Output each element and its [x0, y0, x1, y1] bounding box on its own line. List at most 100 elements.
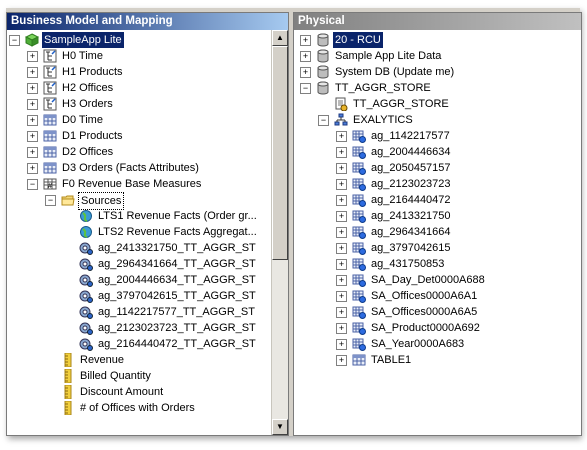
- expand-icon[interactable]: +: [27, 67, 38, 78]
- hierarchy-icon: [43, 97, 57, 111]
- expand-icon[interactable]: +: [27, 163, 38, 174]
- tree-item-label: ag_431750853: [371, 258, 445, 270]
- tree-item-label: 20 - RCU: [333, 32, 383, 48]
- expand-icon[interactable]: +: [300, 35, 311, 46]
- gear-globe-icon: [79, 321, 93, 335]
- collapse-icon[interactable]: −: [300, 83, 311, 94]
- tree-item-label: SA_Offices0000A6A1: [371, 290, 478, 302]
- svg-text:#: #: [48, 183, 52, 190]
- tree-item-label: SA_Year0000A683: [371, 338, 465, 350]
- table-icon: [43, 145, 57, 159]
- expand-icon[interactable]: +: [336, 355, 347, 366]
- business-model-title: Business Model and Mapping: [7, 13, 288, 30]
- expand-icon[interactable]: +: [336, 227, 347, 238]
- gear-globe-icon: [79, 257, 93, 271]
- globe-icon: [79, 225, 93, 239]
- expand-icon[interactable]: +: [336, 147, 347, 158]
- expand-icon[interactable]: +: [336, 259, 347, 270]
- tree-item-label: F0 Revenue Base Measures: [62, 178, 202, 190]
- tree-item-label: Sample App Lite Data: [335, 50, 442, 62]
- expand-icon[interactable]: +: [27, 115, 38, 126]
- alias-table-icon: [352, 289, 366, 303]
- collapse-icon[interactable]: −: [27, 179, 38, 190]
- connection-pool-icon: [334, 97, 348, 112]
- database-icon: [316, 65, 330, 79]
- gear-globe-icon: [79, 241, 93, 255]
- tree-item-label: ag_2964341664_TT_AGGR_ST: [98, 258, 256, 270]
- tree-item-label: ag_2004446634_TT_AGGR_ST: [98, 274, 256, 286]
- alias-table-icon: [352, 209, 366, 223]
- tree-item-label: Discount Amount: [80, 386, 164, 398]
- expand-icon[interactable]: +: [27, 147, 38, 158]
- alias-table-icon: [352, 241, 366, 255]
- alias-table-icon: [352, 321, 366, 335]
- admin-tool-window: Business Model and Mapping − SampleApp Li…: [6, 8, 582, 436]
- alias-table-icon: [352, 273, 366, 287]
- collapse-icon[interactable]: −: [318, 115, 329, 126]
- expand-icon[interactable]: +: [336, 195, 347, 206]
- expand-icon[interactable]: +: [336, 291, 347, 302]
- tree-item-label: ag_2050457157: [371, 162, 451, 174]
- expand-icon[interactable]: +: [336, 163, 347, 174]
- tree-item-label: D3 Orders (Facts Attributes): [62, 162, 199, 174]
- tree-item-label: ag_1142217577: [371, 130, 450, 142]
- vertical-scrollbar[interactable]: ▲ ▼: [271, 30, 288, 435]
- gear-globe-icon: [79, 273, 93, 287]
- folder-icon: [61, 193, 75, 207]
- scroll-up-button[interactable]: ▲: [272, 30, 288, 46]
- measure-icon: [61, 352, 75, 368]
- tree-item-label: D0 Time: [62, 114, 103, 126]
- tree-item-label: SampleApp Lite: [42, 32, 124, 48]
- tree-item-label: # of Offices with Orders: [80, 402, 195, 414]
- tree-item-label: ag_2413321750: [371, 210, 451, 222]
- expand-icon[interactable]: +: [27, 51, 38, 62]
- expand-icon[interactable]: +: [336, 275, 347, 286]
- tree-item-label: Revenue: [80, 354, 125, 366]
- scroll-down-button[interactable]: ▼: [272, 419, 288, 435]
- collapse-icon[interactable]: −: [45, 195, 56, 206]
- alias-table-icon: [352, 225, 366, 239]
- gear-globe-icon: [79, 337, 93, 351]
- tree-item-label: SA_Day_Det0000A688: [371, 274, 485, 286]
- tree-item-label: H3 Orders: [62, 98, 113, 110]
- tree-item-label: TT_AGGR_STORE: [353, 98, 449, 110]
- expand-icon[interactable]: +: [336, 243, 347, 254]
- tree-item-label: LTS2 Revenue Facts Aggregat...: [98, 226, 257, 238]
- measure-icon: [61, 368, 75, 384]
- physical-title: Physical: [294, 13, 581, 30]
- gear-globe-icon: [79, 289, 93, 303]
- expand-icon[interactable]: +: [300, 67, 311, 78]
- alias-table-icon: [352, 257, 366, 271]
- expand-icon[interactable]: +: [336, 211, 347, 222]
- expand-icon[interactable]: +: [27, 83, 38, 94]
- tree-item-label: Billed Quantity: [80, 370, 151, 382]
- tree-item-label: ag_3797042615_TT_AGGR_ST: [98, 290, 256, 302]
- tree-item-label: LTS1 Revenue Facts (Order gr...: [98, 210, 257, 222]
- expand-icon[interactable]: +: [336, 339, 347, 350]
- tree-item-label: H0 Time: [62, 50, 103, 62]
- hierarchy-icon: [43, 81, 57, 95]
- tree-item-label: ag_2004446634: [371, 146, 451, 158]
- business-model-pane: Business Model and Mapping − SampleApp Li…: [6, 12, 289, 436]
- expand-icon[interactable]: +: [336, 307, 347, 318]
- tree-item-label: ag_2413321750_TT_AGGR_ST: [98, 242, 256, 254]
- model-icon: [24, 33, 40, 47]
- expand-icon[interactable]: +: [336, 179, 347, 190]
- table-icon: [43, 113, 57, 127]
- expand-icon[interactable]: +: [27, 99, 38, 110]
- expand-icon[interactable]: +: [27, 131, 38, 142]
- tree-item-label: TABLE1: [371, 354, 412, 366]
- collapse-icon[interactable]: −: [9, 35, 20, 46]
- expand-icon[interactable]: +: [336, 131, 347, 142]
- tree-item-label: EXALYTICS: [353, 114, 413, 126]
- database-icon: [316, 33, 330, 47]
- tree-item-label: D2 Offices: [62, 146, 114, 158]
- expand-icon[interactable]: +: [300, 51, 311, 62]
- globe-icon: [79, 209, 93, 223]
- expand-icon[interactable]: +: [336, 323, 347, 334]
- tree-item-label: System DB (Update me): [335, 66, 455, 78]
- tree-item-label: SA_Offices0000A6A5: [371, 306, 478, 318]
- scroll-thumb[interactable]: [272, 46, 288, 260]
- tree-item-label: ag_2164440472: [371, 194, 451, 206]
- alias-table-icon: [352, 337, 366, 351]
